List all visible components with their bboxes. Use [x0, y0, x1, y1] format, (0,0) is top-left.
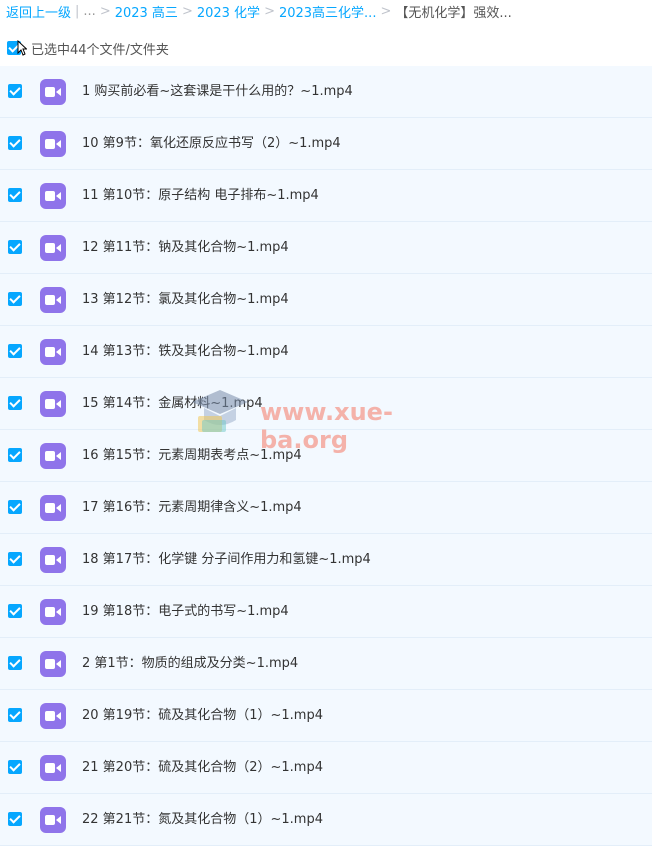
file-name[interactable]: 16 第15节：元素周期表考点~1.mp4 [82, 430, 302, 481]
file-checkbox[interactable] [8, 292, 22, 306]
file-name[interactable]: 13 第12节：氯及其化合物~1.mp4 [82, 274, 289, 325]
file-row[interactable]: 21 第20节：硫及其化合物（2）~1.mp4 [0, 742, 652, 794]
file-name[interactable]: 18 第17节：化学键 分子间作用力和氢键~1.mp4 [82, 534, 371, 585]
video-file-icon [40, 547, 66, 573]
breadcrumb-ellipsis[interactable]: ... [83, 4, 95, 19]
file-list: 1 购买前必看~这套课是干什么用的？~1.mp4 10 第9节：氧化还原反应书写（… [0, 66, 652, 846]
breadcrumb-bar-separator: | [75, 3, 80, 19]
file-row[interactable]: 17 第16节：元素周期律含义~1.mp4 [0, 482, 652, 534]
video-file-icon [40, 287, 66, 313]
back-link[interactable]: 返回上一级 [6, 2, 71, 21]
video-file-icon [40, 495, 66, 521]
file-checkbox[interactable] [8, 188, 22, 202]
video-file-icon [40, 183, 66, 209]
video-file-icon [40, 755, 66, 781]
chevron-right-icon: > [264, 3, 275, 19]
chevron-right-icon: > [380, 3, 392, 19]
file-name[interactable]: 1 购买前必看~这套课是干什么用的？~1.mp4 [82, 66, 353, 117]
file-checkbox[interactable] [8, 240, 22, 254]
video-file-icon [40, 651, 66, 677]
file-name[interactable]: 15 第14节：金属材料~1.mp4 [82, 378, 263, 429]
file-name[interactable]: 17 第16节：元素周期律含义~1.mp4 [82, 482, 302, 533]
video-file-icon [40, 391, 66, 417]
file-row[interactable]: 18 第17节：化学键 分子间作用力和氢键~1.mp4 [0, 534, 652, 586]
file-name[interactable]: 22 第21节：氮及其化合物（1）~1.mp4 [82, 794, 323, 845]
video-file-icon [40, 443, 66, 469]
chevron-right-icon: > [181, 3, 193, 19]
selection-bar: 已选中44个文件/文件夹 [0, 36, 652, 60]
video-file-icon [40, 339, 66, 365]
file-row[interactable]: 1 购买前必看~这套课是干什么用的？~1.mp4 [0, 66, 652, 118]
file-checkbox[interactable] [8, 500, 22, 514]
video-file-icon [40, 599, 66, 625]
video-file-icon [40, 131, 66, 157]
chevron-right-icon: > [99, 3, 111, 19]
file-checkbox[interactable] [8, 136, 22, 150]
breadcrumb-item[interactable]: 2023高三化学... [279, 2, 376, 21]
breadcrumb-item[interactable]: 2023 高三 [115, 2, 178, 21]
file-checkbox[interactable] [8, 552, 22, 566]
file-row[interactable]: 2 第1节：物质的组成及分类~1.mp4 [0, 638, 652, 690]
file-row[interactable]: 10 第9节：氧化还原反应书写（2）~1.mp4 [0, 118, 652, 170]
file-name[interactable]: 21 第20节：硫及其化合物（2）~1.mp4 [82, 742, 323, 793]
file-name[interactable]: 12 第11节：钠及其化合物~1.mp4 [82, 222, 289, 273]
file-checkbox[interactable] [8, 344, 22, 358]
file-row[interactable]: 15 第14节：金属材料~1.mp4 [0, 378, 652, 430]
file-name[interactable]: 20 第19节：硫及其化合物（1）~1.mp4 [82, 690, 323, 741]
video-file-icon [40, 79, 66, 105]
file-row[interactable]: 20 第19节：硫及其化合物（1）~1.mp4 [0, 690, 652, 742]
file-row[interactable]: 16 第15节：元素周期表考点~1.mp4 [0, 430, 652, 482]
file-row[interactable]: 13 第12节：氯及其化合物~1.mp4 [0, 274, 652, 326]
breadcrumb-current: 【无机化学】强效... [395, 5, 512, 21]
file-checkbox[interactable] [8, 84, 22, 98]
file-row[interactable]: 11 第10节：原子结构 电子排布~1.mp4 [0, 170, 652, 222]
file-name[interactable]: 11 第10节：原子结构 电子排布~1.mp4 [82, 170, 319, 221]
file-checkbox[interactable] [8, 604, 22, 618]
file-checkbox[interactable] [8, 708, 22, 722]
breadcrumb-item[interactable]: 2023 化学 [197, 2, 260, 21]
file-row[interactable]: 12 第11节：钠及其化合物~1.mp4 [0, 222, 652, 274]
selection-count-label: 已选中44个文件/文件夹 [31, 42, 169, 58]
file-checkbox[interactable] [8, 396, 22, 410]
file-row[interactable]: 19 第18节：电子式的书写~1.mp4 [0, 586, 652, 638]
mouse-cursor-icon [17, 40, 27, 56]
breadcrumb: 返回上一级 | ... > 2023 高三 > 2023 化学 > 2023高三… [0, 0, 652, 22]
file-name[interactable]: 19 第18节：电子式的书写~1.mp4 [82, 586, 289, 637]
file-row[interactable]: 22 第21节：氮及其化合物（1）~1.mp4 [0, 794, 652, 846]
file-checkbox[interactable] [8, 812, 22, 826]
file-row[interactable]: 14 第13节：铁及其化合物~1.mp4 [0, 326, 652, 378]
file-checkbox[interactable] [8, 448, 22, 462]
file-checkbox[interactable] [8, 656, 22, 670]
video-file-icon [40, 235, 66, 261]
video-file-icon [40, 703, 66, 729]
video-file-icon [40, 807, 66, 833]
file-name[interactable]: 10 第9节：氧化还原反应书写（2）~1.mp4 [82, 118, 341, 169]
file-checkbox[interactable] [8, 760, 22, 774]
file-name[interactable]: 14 第13节：铁及其化合物~1.mp4 [82, 326, 289, 377]
file-name[interactable]: 2 第1节：物质的组成及分类~1.mp4 [82, 638, 298, 689]
